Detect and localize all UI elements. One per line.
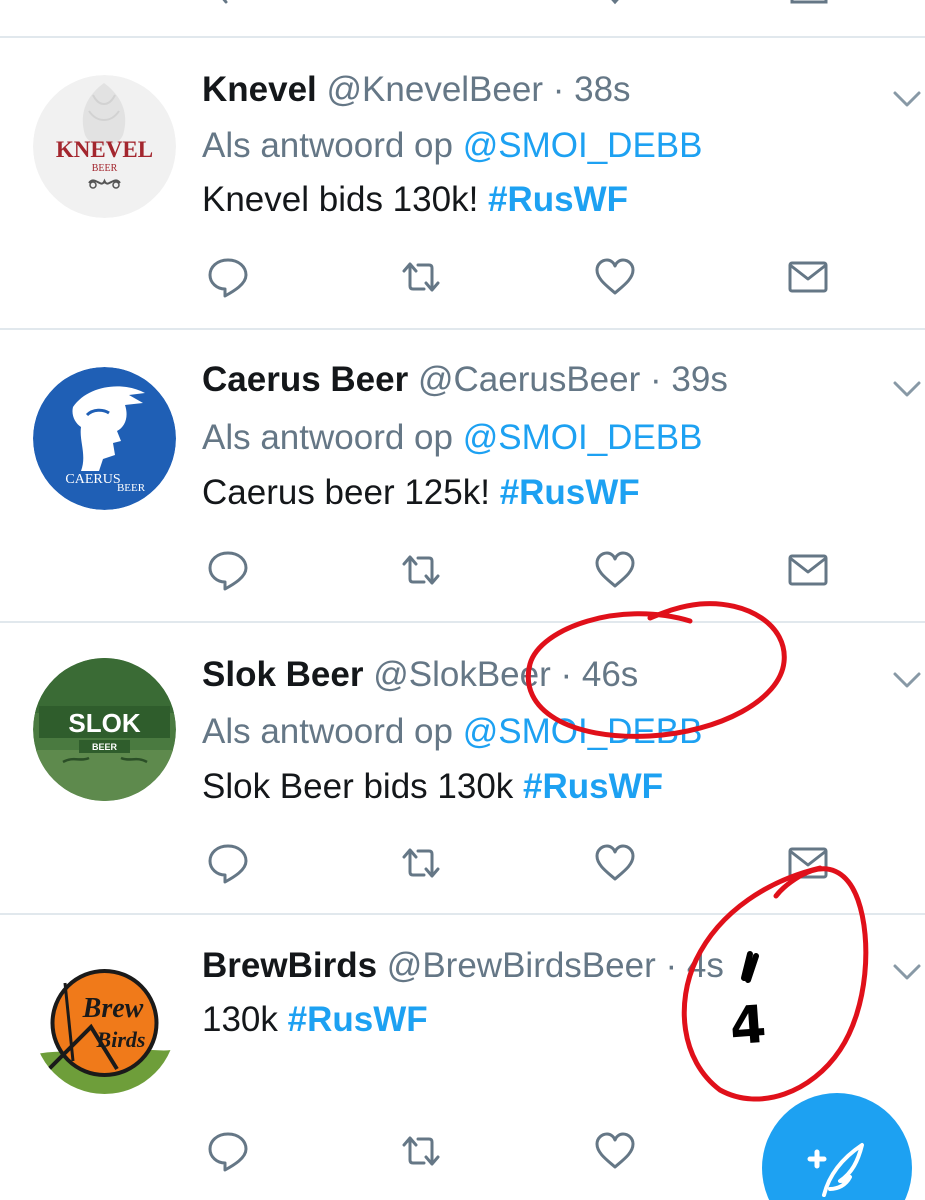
reply-context: Als antwoord op @SMOI_DEBB: [202, 704, 702, 760]
timeline-screen: KNEVEL BEER Knevel @KnevelBeer · 38s Als…: [0, 0, 925, 1200]
reply-icon: [208, 844, 248, 884]
timestamp[interactable]: 39s: [671, 360, 727, 399]
retweet-button[interactable]: [399, 548, 443, 592]
heart-icon: [595, 844, 635, 881]
separator-dot: ·: [560, 655, 573, 694]
avatar-knevel[interactable]: KNEVEL BEER: [33, 75, 176, 218]
tweet-knevel[interactable]: KNEVEL BEER Knevel @KnevelBeer · 38s Als…: [0, 37, 925, 329]
like-button[interactable]: [593, 548, 637, 592]
tweet-text: Knevel bids 130k! #RusWF: [202, 172, 628, 228]
reply-button[interactable]: [206, 1129, 250, 1173]
heart-icon[interactable]: [596, 0, 634, 8]
tweet-header: Slok Beer @SlokBeer · 46s: [202, 647, 638, 703]
timestamp[interactable]: 4s: [687, 946, 724, 985]
heart-icon: [595, 551, 635, 588]
display-name[interactable]: Knevel: [202, 70, 317, 109]
hashtag-link[interactable]: #RusWF: [500, 473, 640, 512]
timestamp[interactable]: 38s: [574, 70, 630, 109]
envelope-icon: [788, 554, 828, 586]
like-button[interactable]: [593, 255, 637, 299]
display-name[interactable]: BrewBirds: [202, 946, 377, 985]
tweet-header: Knevel @KnevelBeer · 38s: [202, 62, 631, 118]
reply-mention[interactable]: @SMOI_DEBB: [463, 712, 703, 751]
avatar-brewbirds-label: Brew: [82, 993, 144, 1024]
reply-button[interactable]: [206, 255, 250, 299]
avatar-caerus-label: CAERUS: [65, 472, 120, 487]
chevron-down-icon[interactable]: [892, 670, 922, 690]
envelope-icon: [788, 261, 828, 293]
chevron-down-icon[interactable]: [892, 962, 922, 982]
avatar-caerus-beer[interactable]: CAERUS BEER: [33, 367, 176, 510]
separator-dot: ·: [650, 360, 662, 399]
avatar-slok-label: SLOK: [68, 708, 140, 738]
reply-prefix: Als antwoord op: [202, 418, 453, 457]
heart-icon: [595, 1132, 635, 1169]
avatar-knevel-sublabel: BEER: [92, 163, 118, 174]
separator-dot: ·: [552, 70, 565, 109]
retweet-icon: [402, 555, 440, 585]
tweet-body: Caerus beer 125k!: [202, 473, 490, 512]
reply-context: Als antwoord op @SMOI_DEBB: [202, 410, 702, 466]
envelope-icon[interactable]: [790, 0, 828, 8]
direct-message-button[interactable]: [786, 548, 830, 592]
compose-tweet-icon: [807, 1143, 864, 1197]
handle[interactable]: @KnevelBeer: [327, 70, 543, 109]
hashtag-link[interactable]: #RusWF: [488, 180, 628, 219]
tweet-header: Caerus Beer @CaerusBeer · 39s: [202, 352, 728, 408]
retweet-button[interactable]: [399, 255, 443, 299]
reply-mention[interactable]: @SMOI_DEBB: [463, 126, 703, 165]
tweet-caerus-beer[interactable]: CAERUS BEER Caerus Beer @CaerusBeer · 39…: [0, 330, 925, 622]
avatar-brewbirds-sublabel: Birds: [96, 1027, 146, 1052]
reply-prefix: Als antwoord op: [202, 712, 453, 751]
reply-icon: [208, 551, 248, 591]
handle[interactable]: @CaerusBeer: [418, 360, 640, 399]
reply-button[interactable]: [206, 548, 250, 592]
heart-icon: [595, 258, 635, 295]
retweet-button[interactable]: [399, 841, 443, 885]
timestamp[interactable]: 46s: [582, 655, 638, 694]
like-button[interactable]: [593, 1129, 637, 1173]
hashtag-link[interactable]: #RusWF: [523, 767, 663, 806]
avatar-knevel-label: KNEVEL: [56, 137, 153, 162]
reply-icon: [208, 1132, 248, 1172]
avatar-slok-sublabel: BEER: [92, 742, 118, 752]
tweet-body: 130k: [202, 1000, 278, 1039]
direct-message-button[interactable]: [786, 841, 830, 885]
retweet-icon: [402, 1136, 440, 1166]
avatar-slok-beer[interactable]: SLOK BEER: [33, 658, 176, 801]
retweet-button[interactable]: [399, 1129, 443, 1173]
tweet-body: Slok Beer bids 130k: [202, 767, 514, 806]
avatar-brewbirds[interactable]: Brew Birds: [33, 951, 176, 1094]
chevron-down-icon[interactable]: [892, 379, 922, 399]
tweet-text: 130k #RusWF: [202, 992, 428, 1048]
reply-button[interactable]: [206, 841, 250, 885]
retweet-icon: [402, 262, 440, 292]
hashtag-link[interactable]: #RusWF: [288, 1000, 428, 1039]
reply-context: Als antwoord op @SMOI_DEBB: [202, 118, 702, 174]
direct-message-button[interactable]: [786, 255, 830, 299]
reply-prefix: Als antwoord op: [202, 126, 453, 165]
chevron-down-icon[interactable]: [892, 89, 922, 109]
like-button[interactable]: [593, 841, 637, 885]
reply-icon: [208, 258, 248, 298]
tweet-body: Knevel bids 130k!: [202, 180, 479, 219]
avatar-caerus-sublabel: BEER: [117, 482, 146, 494]
display-name[interactable]: Slok Beer: [202, 655, 363, 694]
retweet-icon: [402, 848, 440, 878]
envelope-icon: [788, 847, 828, 879]
reply-icon[interactable]: [206, 0, 244, 8]
handle[interactable]: @SlokBeer: [373, 655, 551, 694]
tweet-header: BrewBirds @BrewBirdsBeer · 4s: [202, 938, 724, 994]
handwritten-digit-annotation: 4: [727, 994, 769, 1058]
display-name[interactable]: Caerus Beer: [202, 360, 408, 399]
previous-tweet-actions-stub: [0, 0, 925, 37]
tweet-slok-beer[interactable]: SLOK BEER Slok Beer @SlokBeer · 46s Als …: [0, 623, 925, 914]
handle[interactable]: @BrewBirdsBeer: [387, 946, 656, 985]
reply-mention[interactable]: @SMOI_DEBB: [463, 418, 703, 457]
separator-dot: ·: [665, 946, 678, 985]
tweet-text: Caerus beer 125k! #RusWF: [202, 465, 640, 521]
tweet-text: Slok Beer bids 130k #RusWF: [202, 759, 663, 815]
